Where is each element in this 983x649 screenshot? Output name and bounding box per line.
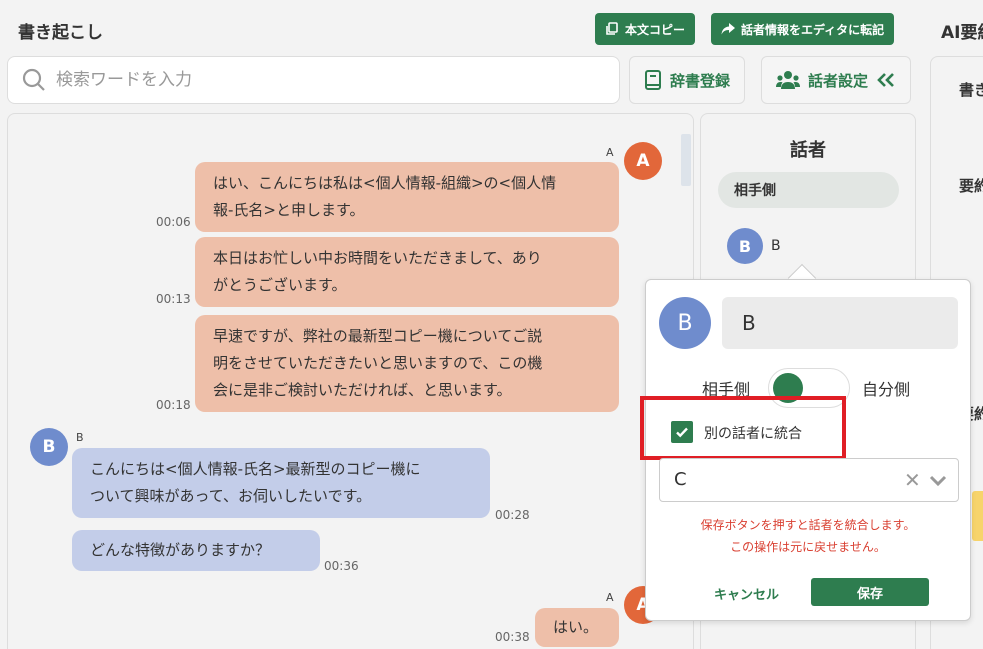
message-text: こんにちは<個人情報-氏名>最新型のコピー機に [90,460,421,478]
chevron-down-icon[interactable] [928,470,948,490]
copy-icon [606,22,618,35]
message-bubble: こんにちは<個人情報-氏名>最新型のコピー機に ついて興味があって、お伺いしたい… [72,448,490,518]
message-text: どんな特徴がありますか？ [90,541,271,559]
message-text: 会に是非ご検討いただければ、と思います。 [213,381,512,399]
speaker-name: B [771,238,781,254]
check-icon [676,427,688,438]
message-bubble: 早速ですが、弊社の最新型コピー機についてご説 明をさせていただきたいと思いますの… [195,315,619,412]
message-text: 報-氏名>と申します。 [213,201,365,219]
message-text: ついて興味があって、お伺いしたいです。 [90,487,372,505]
page-title: 書き起こし [18,23,103,43]
message-text: はい。 [553,618,599,636]
warning-text: この操作は元に戻せません。 [730,540,886,554]
group-opponent-side: 相手側 [718,172,899,208]
search-icon [22,68,45,91]
message-timestamp: 00:36 [324,559,359,573]
speaker-settings-label: 話者設定 [808,71,869,90]
copy-text-button[interactable]: 本文コピー [595,13,696,45]
toggle-label-self: 自分側 [862,380,911,399]
summary-section-label: 書き [959,81,983,99]
summary-section-label: 要約 [959,177,983,195]
merge-checkbox[interactable] [671,421,693,443]
message-timestamp: 00:28 [495,508,530,522]
search-input[interactable] [56,70,596,90]
avatar: B [659,297,711,349]
message-text: はい、こんにちは私は<個人情報-組織>の<個人情 [213,174,557,192]
copy-text-label: 本文コピー [625,22,686,37]
merge-target-select[interactable]: C ✕ [659,458,959,502]
dictionary-register-button[interactable]: 辞書登録 [629,56,746,104]
message-bubble: はい、こんにちは私は<個人情報-組織>の<個人情 報-氏名>と申します。 [195,162,619,232]
message-timestamp: 00:38 [495,630,530,644]
speaker-item-b[interactable]: B B [727,228,781,264]
speaker-name-input[interactable] [722,297,958,349]
message-text: がとうございます。 [213,276,347,294]
double-chevron-left-icon [877,73,894,87]
avatar: B [30,428,68,466]
ai-summary-title: AI要約 [941,23,983,43]
speaker-settings-button[interactable]: 話者設定 [761,56,912,104]
avatar: A [624,142,662,180]
avatar: B [727,228,763,264]
speaker-edit-popup: B 相手側 自分側 別の話者に統合 C ✕ 保存ボタンを押すと話者を統合します。… [640,279,971,621]
message-bubble: 本日はお忙しい中お時間をいただきまして、あり がとうございます。 [195,237,619,307]
message-timestamp: 00:06 [156,215,191,229]
summary-action-button[interactable] [972,491,983,541]
scrollbar[interactable] [681,134,691,186]
speaker-label: A [606,591,614,604]
speaker-label: B [76,431,84,444]
message-timestamp: 00:18 [156,398,191,412]
share-arrow-icon [721,23,735,35]
clear-icon[interactable]: ✕ [904,468,921,492]
warning-text: 保存ボタンを押すと話者を統合します。 [700,518,916,532]
save-button[interactable]: 保存 [811,578,929,606]
speaker-heading: 話者 [790,140,826,161]
merge-checkbox-label: 別の話者に統合 [704,426,802,442]
message-text: 本日はお忙しい中お時間をいただきまして、あり [213,249,542,267]
transcript-panel: A A はい、こんにちは私は<個人情報-組織>の<個人情 報-氏名>と申します。… [7,113,694,649]
search-bar [7,56,620,104]
select-value: C [674,469,687,490]
users-icon [776,71,800,89]
message-bubble: どんな特徴がありますか？ [72,530,320,571]
book-icon [645,70,661,90]
message-bubble: はい。 [535,608,619,647]
transfer-speaker-info-button[interactable]: 話者情報をエディタに転記 [711,13,895,45]
dictionary-register-label: 辞書登録 [670,71,731,90]
message-text: 明をさせていただきたいと思いますので、この機 [213,354,543,372]
cancel-button[interactable]: キャンセル [714,584,779,603]
speaker-label: A [606,146,614,159]
transfer-speaker-info-label: 話者情報をエディタに転記 [741,22,885,37]
message-text: 早速ですが、弊社の最新型コピー機についてご説 [213,327,543,345]
message-timestamp: 00:13 [156,292,191,306]
